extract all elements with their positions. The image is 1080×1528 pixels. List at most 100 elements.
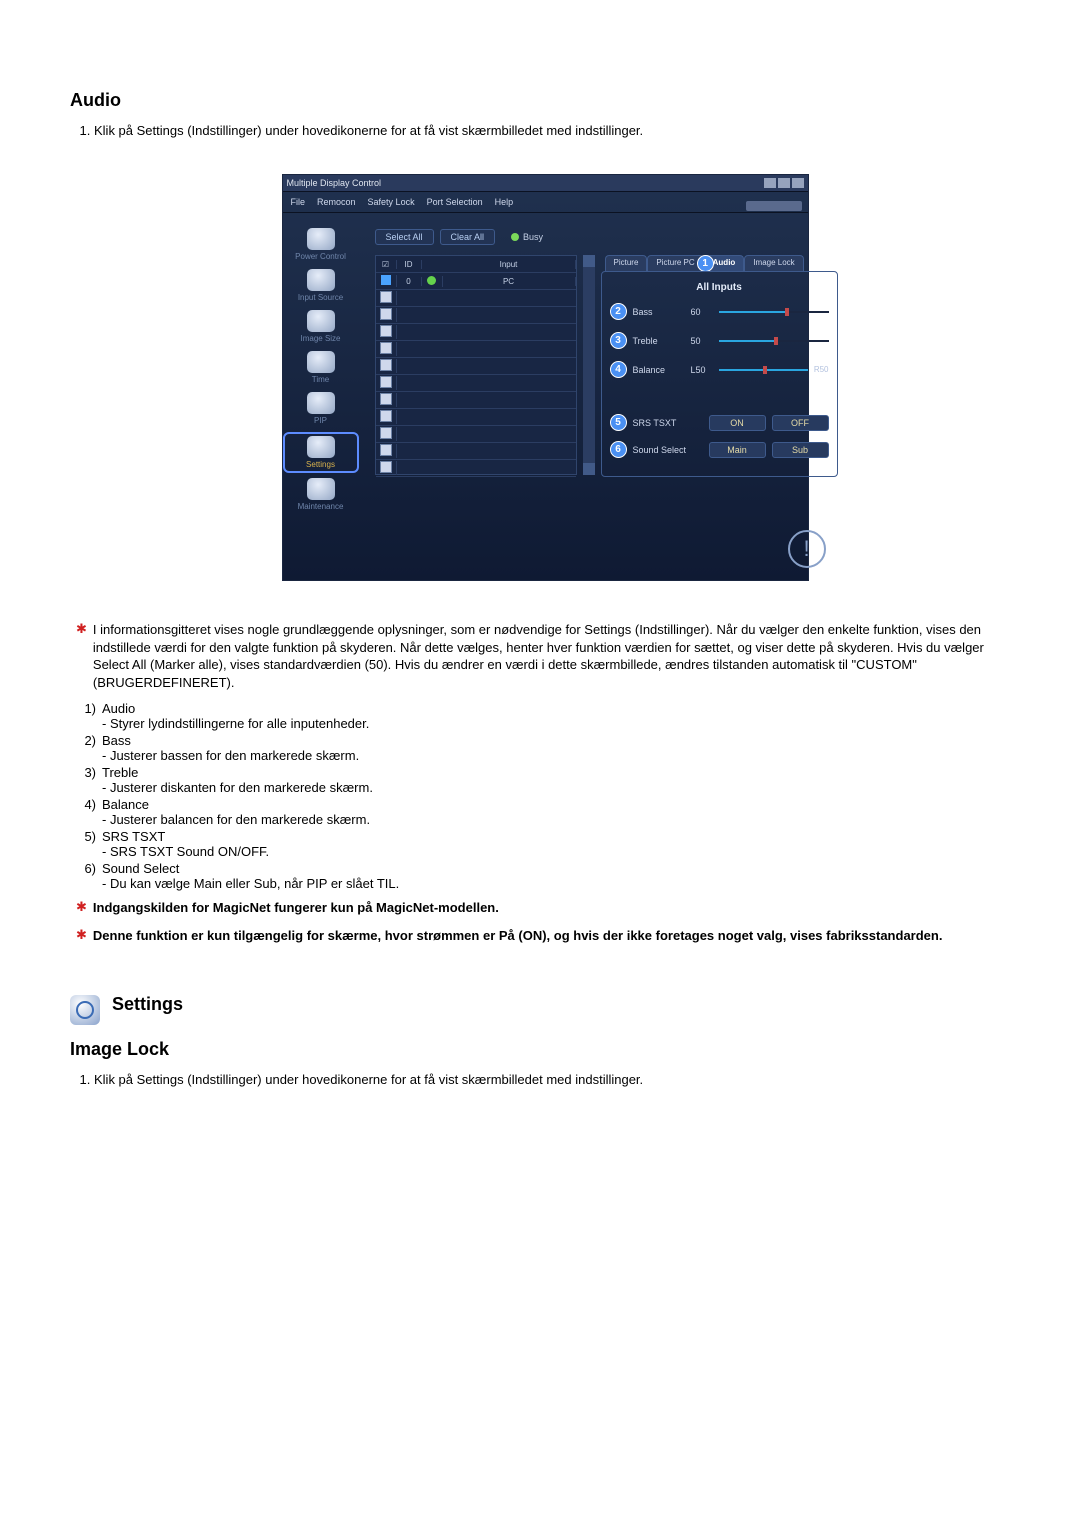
item-num: 3) bbox=[76, 765, 96, 795]
row-checkbox[interactable] bbox=[381, 275, 391, 285]
item-title: Balance bbox=[102, 797, 1020, 812]
row-checkbox[interactable] bbox=[380, 325, 392, 337]
audio-step-list: Klik på Settings (Indstillinger) under h… bbox=[70, 123, 1020, 138]
treble-slider[interactable] bbox=[719, 340, 829, 342]
time-icon bbox=[307, 351, 335, 373]
item-num: 4) bbox=[76, 797, 96, 827]
sidebar-label: Power Control bbox=[295, 252, 346, 261]
numbered-description-list: 1)Audio- Styrer lydindstillingerne for a… bbox=[70, 701, 1020, 891]
scroll-down-icon[interactable] bbox=[583, 463, 595, 475]
balance-slider[interactable] bbox=[719, 369, 808, 371]
audio-step-1: Klik på Settings (Indstillinger) under h… bbox=[94, 123, 1020, 138]
sidebar-item-time[interactable]: Time bbox=[285, 350, 357, 387]
device-grid: ☑ ID Input 0 PC bbox=[375, 255, 577, 475]
grid-header: ☑ ID Input bbox=[376, 256, 576, 273]
brand-logo bbox=[746, 201, 802, 211]
sidebar-item-maintenance[interactable]: Maintenance bbox=[285, 477, 357, 514]
tab-picture-pc[interactable]: Picture PC bbox=[647, 255, 703, 272]
sidebar-label: Time bbox=[312, 375, 329, 384]
sidebar-label: Settings bbox=[306, 460, 335, 469]
select-all-button[interactable]: Select All bbox=[375, 229, 434, 245]
item-num: 2) bbox=[76, 733, 96, 763]
info-icon[interactable]: ! bbox=[788, 530, 826, 568]
row-checkbox[interactable] bbox=[380, 376, 392, 388]
tab-label: Audio bbox=[713, 258, 736, 267]
menu-port-selection[interactable]: Port Selection bbox=[427, 197, 483, 207]
row-checkbox[interactable] bbox=[380, 359, 392, 371]
item-desc: - Justerer diskanten for den markerede s… bbox=[102, 780, 1020, 795]
minimize-icon[interactable] bbox=[764, 178, 776, 188]
sidebar-item-power-control[interactable]: Power Control bbox=[285, 227, 357, 264]
scroll-up-icon[interactable] bbox=[583, 255, 595, 267]
tab-picture[interactable]: Picture bbox=[605, 255, 648, 272]
row-checkbox[interactable] bbox=[380, 308, 392, 320]
sidebar-item-pip[interactable]: PIP bbox=[285, 391, 357, 428]
sidebar-item-input-source[interactable]: Input Source bbox=[285, 268, 357, 305]
table-row[interactable] bbox=[376, 392, 576, 409]
sidebar-item-image-size[interactable]: Image Size bbox=[285, 309, 357, 346]
busy-dot-icon bbox=[511, 233, 519, 241]
menu-remocon[interactable]: Remocon bbox=[317, 197, 356, 207]
row-checkbox[interactable] bbox=[380, 342, 392, 354]
sidebar: Power Control Input Source Image Size Ti… bbox=[283, 213, 359, 582]
row-checkbox[interactable] bbox=[380, 393, 392, 405]
table-row[interactable] bbox=[376, 290, 576, 307]
bass-slider[interactable] bbox=[719, 311, 829, 313]
table-row[interactable] bbox=[376, 341, 576, 358]
callout-badge-1: 1 bbox=[697, 255, 714, 272]
close-icon[interactable] bbox=[792, 178, 804, 188]
sidebar-label: Input Source bbox=[298, 293, 343, 302]
treble-label: Treble bbox=[633, 336, 685, 346]
menu-help[interactable]: Help bbox=[495, 197, 514, 207]
slider-handle[interactable] bbox=[763, 366, 767, 374]
slider-handle[interactable] bbox=[774, 337, 778, 345]
app-screenshot: Multiple Display Control File Remocon Sa… bbox=[282, 174, 809, 581]
treble-value: 50 bbox=[691, 336, 713, 346]
star-icon: ✱ bbox=[76, 621, 87, 691]
sound-sub-button[interactable]: Sub bbox=[772, 442, 829, 458]
menu-file[interactable]: File bbox=[291, 197, 306, 207]
callout-badge-3: 3 bbox=[610, 332, 627, 349]
callout-badge-6: 6 bbox=[610, 441, 627, 458]
row-checkbox[interactable] bbox=[380, 444, 392, 456]
pip-icon bbox=[307, 392, 335, 414]
item-title: Audio bbox=[102, 701, 1020, 716]
settings-panel: Picture Picture PC 1 Audio Image Lock Al… bbox=[601, 255, 838, 475]
table-row[interactable] bbox=[376, 426, 576, 443]
callout-badge-2: 2 bbox=[610, 303, 627, 320]
balance-label: Balance bbox=[633, 365, 685, 375]
menu-safety-lock[interactable]: Safety Lock bbox=[368, 197, 415, 207]
slider-handle[interactable] bbox=[785, 308, 789, 316]
table-row[interactable] bbox=[376, 409, 576, 426]
grid-scrollbar[interactable] bbox=[583, 255, 595, 475]
row-checkbox[interactable] bbox=[380, 291, 392, 303]
sidebar-label: Image Size bbox=[300, 334, 340, 343]
item-desc: - Justerer bassen for den markerede skær… bbox=[102, 748, 1020, 763]
tab-image-lock[interactable]: Image Lock bbox=[744, 255, 803, 272]
row-checkbox[interactable] bbox=[380, 461, 392, 473]
col-checkbox[interactable]: ☑ bbox=[376, 260, 397, 269]
item-desc: - Justerer balancen for den markerede sk… bbox=[102, 812, 1020, 827]
srs-on-button[interactable]: ON bbox=[709, 415, 766, 431]
table-row[interactable] bbox=[376, 324, 576, 341]
sidebar-item-settings[interactable]: Settings bbox=[283, 432, 359, 473]
item-num: 1) bbox=[76, 701, 96, 731]
settings-heading: Settings bbox=[112, 994, 183, 1015]
maximize-icon[interactable] bbox=[778, 178, 790, 188]
window-controls[interactable] bbox=[764, 178, 804, 188]
item-title: Treble bbox=[102, 765, 1020, 780]
note-power-on: Denne funktion er kun tilgængelig for sk… bbox=[93, 927, 943, 945]
srs-label: SRS TSXT bbox=[633, 418, 703, 428]
table-row[interactable] bbox=[376, 307, 576, 324]
tab-audio[interactable]: 1 Audio bbox=[704, 255, 745, 272]
clear-all-button[interactable]: Clear All bbox=[440, 229, 496, 245]
table-row[interactable] bbox=[376, 443, 576, 460]
table-row[interactable] bbox=[376, 358, 576, 375]
table-row[interactable]: 0 PC bbox=[376, 273, 576, 290]
srs-off-button[interactable]: OFF bbox=[772, 415, 829, 431]
table-row[interactable] bbox=[376, 375, 576, 392]
row-checkbox[interactable] bbox=[380, 410, 392, 422]
row-checkbox[interactable] bbox=[380, 427, 392, 439]
sound-main-button[interactable]: Main bbox=[709, 442, 766, 458]
table-row[interactable] bbox=[376, 460, 576, 477]
